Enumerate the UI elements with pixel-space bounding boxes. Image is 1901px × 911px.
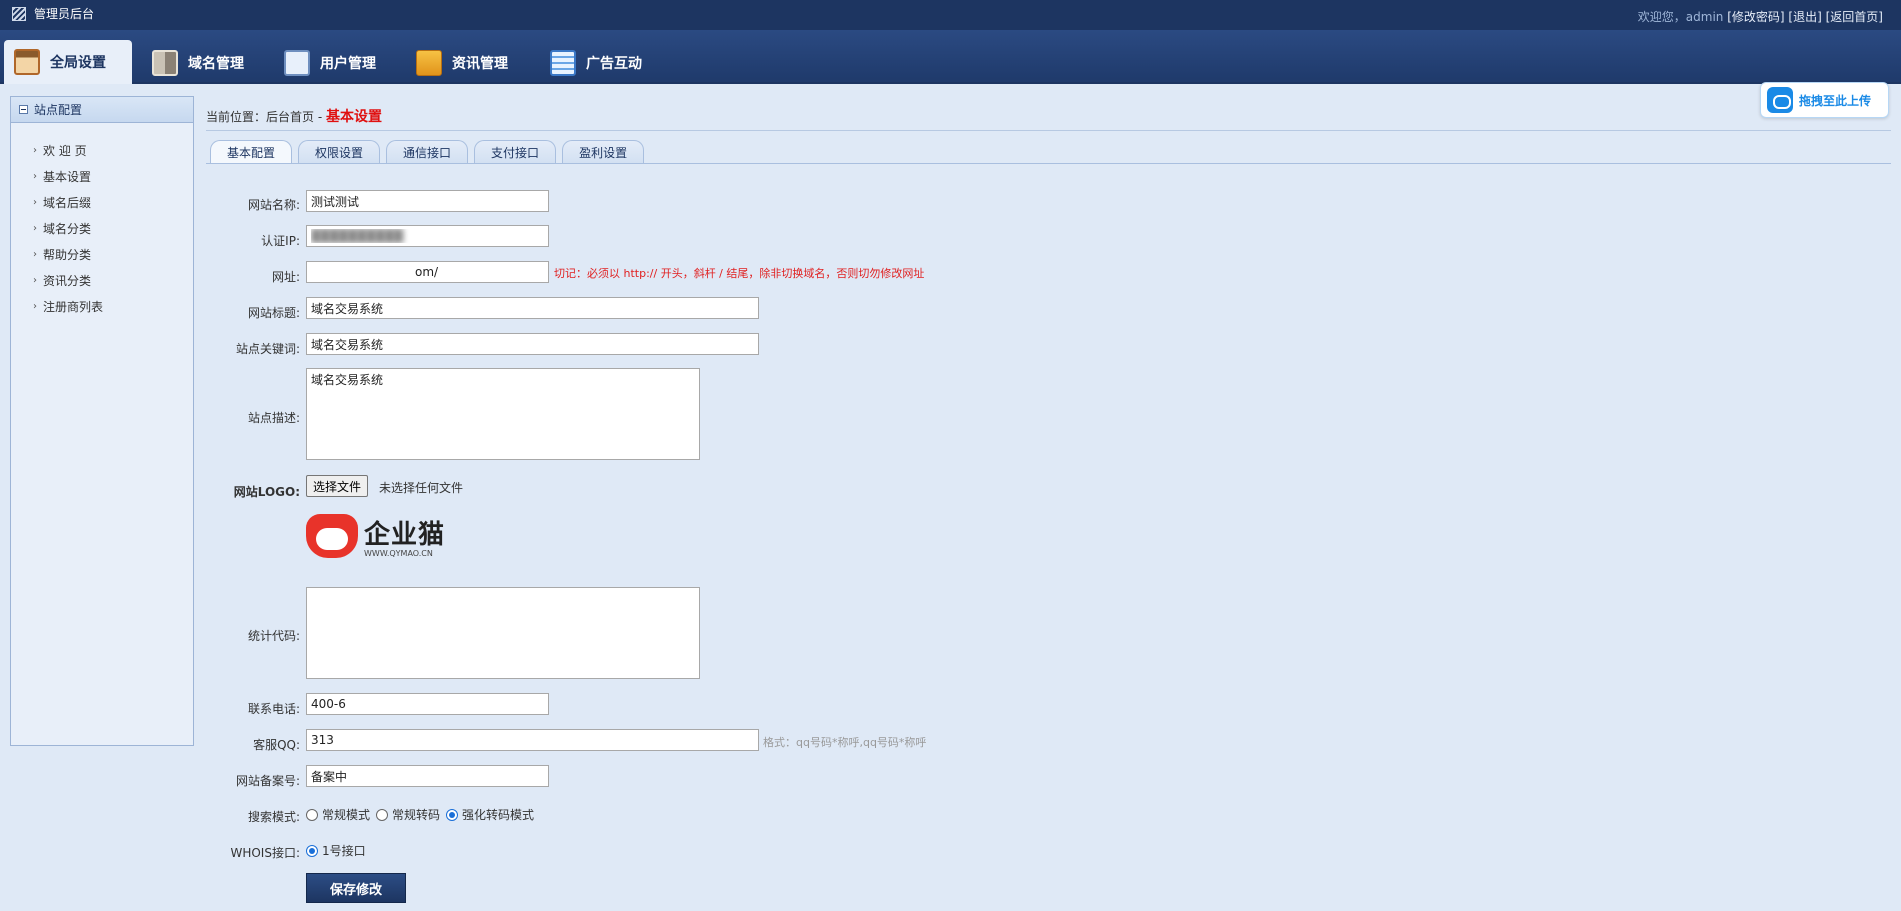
phone-label: 联系电话: (247, 702, 300, 716)
site-name-input[interactable] (306, 190, 549, 212)
cloud-upload-icon (1767, 87, 1793, 113)
news-box-icon (416, 50, 442, 76)
divider (206, 130, 1891, 131)
sidebar-header[interactable]: 站点配置 (11, 97, 193, 123)
subtab-permissions[interactable]: 权限设置 (298, 140, 381, 164)
qq-format-hint: 格式：qq号码*称呼,qq号码*称呼 (763, 736, 927, 749)
nav-tab-label: 全局设置 (50, 55, 106, 71)
qq-input[interactable] (306, 729, 759, 751)
sidebar-item-label: 欢 迎 页 (43, 143, 87, 158)
nav-tab-label: 用户管理 (320, 56, 376, 72)
user-bar: 欢迎您，admin [修改密码] [退出] [返回首页] (1638, 8, 1883, 25)
icp-input[interactable] (306, 765, 549, 787)
subtab-payment[interactable]: 支付接口 (474, 140, 557, 164)
search-mode-group: 常规模式 常规转码 强化转码模式 (306, 806, 534, 823)
nav-tab-global-settings[interactable]: 全局设置 (4, 40, 132, 84)
sidebar-item-basic-settings[interactable]: › 基本设置 (11, 163, 193, 189)
icp-label: 网站备案号: (235, 774, 300, 788)
qq-label: 客服QQ: (253, 738, 300, 752)
subtab-basic-config[interactable]: 基本配置 (210, 140, 293, 164)
settings-subtabs: 基本配置 权限设置 通信接口 支付接口 盈利设置 (210, 140, 650, 164)
stats-code-textarea[interactable] (306, 587, 700, 679)
subtab-communication[interactable]: 通信接口 (386, 140, 469, 164)
ad-list-icon (550, 50, 576, 76)
subtab-profit[interactable]: 盈利设置 (562, 140, 645, 164)
file-status-text: 未选择任何文件 (379, 481, 464, 495)
radio-label: 1号接口 (322, 844, 366, 858)
brand: 管理员后台 (12, 5, 94, 22)
logout-link[interactable]: [退出] (1788, 10, 1821, 24)
collapse-icon[interactable] (19, 105, 28, 114)
nav-tab-domain[interactable]: 域名管理 (142, 42, 268, 84)
divider (206, 163, 1891, 164)
domain-grid-icon (152, 50, 178, 76)
logo-subtext: WWW.QYMAO.CN (364, 549, 433, 558)
keywords-label: 站点关键词: (235, 342, 300, 356)
auth-ip-input[interactable] (306, 225, 549, 247)
upload-label: 拖拽至此上传 (1799, 93, 1872, 108)
radio-label: 常规模式 (322, 808, 371, 822)
nav-tab-ad[interactable]: 广告互动 (540, 42, 666, 84)
breadcrumb-current: 基本设置 (325, 109, 382, 125)
admin-logo-icon (12, 6, 26, 21)
site-logo-preview: 企业猫 WWW.QYMAO.CN (306, 512, 456, 562)
main-nav: 全局设置 域名管理 用户管理 资讯管理 广告互动 (0, 30, 1901, 84)
user-card-icon (284, 50, 310, 76)
sidebar-heading: 站点配置 (34, 103, 83, 117)
url-label: 网址: (271, 270, 300, 284)
welcome-text: 欢迎您，admin (1637, 10, 1724, 24)
nav-tab-label: 广告互动 (586, 56, 642, 72)
radio-label: 常规转码 (392, 808, 441, 822)
auth-ip-label: 认证IP: (261, 234, 300, 248)
site-name-label: 网站名称: (247, 198, 300, 212)
breadcrumb: 当前位置：后台首页 - 基本设置 (206, 106, 382, 126)
url-hint: 切记：必须以 http:// 开头，斜杆 / 结尾，除非切换域名，否则切勿修改网… (554, 267, 925, 280)
phone-input[interactable] (306, 693, 549, 715)
breadcrumb-prefix: 当前位置：后台首页 - (206, 110, 326, 124)
logo-label: 网站LOGO: (233, 485, 300, 499)
app-title: 管理员后台 (34, 7, 95, 21)
change-password-link[interactable]: [修改密码] (1727, 10, 1784, 24)
nav-tab-label: 域名管理 (188, 56, 244, 72)
nav-tab-user[interactable]: 用户管理 (274, 42, 400, 84)
description-label: 站点描述: (247, 411, 300, 425)
stats-code-label: 统计代码: (247, 629, 300, 643)
choose-file-button[interactable]: 选择文件 (306, 475, 369, 497)
url-input[interactable] (306, 261, 549, 283)
drag-upload-button[interactable]: 拖拽至此上传 (1760, 82, 1889, 118)
logo-wordmark: 企业猫 (364, 520, 446, 550)
cat-logo-icon (306, 514, 358, 558)
chevron-right-icon: › (33, 248, 37, 260)
search-mode-label: 搜索模式: (247, 810, 300, 824)
chevron-right-icon: › (33, 144, 37, 156)
whois-group: 1号接口 (306, 842, 366, 859)
radio-label: 强化转码模式 (462, 808, 535, 822)
back-home-link[interactable]: [返回首页] (1826, 10, 1883, 24)
description-textarea[interactable]: 域名交易系统 (306, 368, 700, 460)
save-button[interactable]: 保存修改 (306, 873, 406, 903)
site-title-input[interactable] (306, 297, 759, 319)
radio-normal-transcode[interactable] (376, 808, 389, 821)
sidebar-item-welcome[interactable]: › 欢 迎 页 (11, 137, 193, 163)
radio-normal-mode[interactable] (306, 808, 318, 821)
sidebar-item-label: 基本设置 (43, 169, 92, 184)
site-title-label: 网站标题: (247, 306, 300, 320)
whois-label: WHOIS接口: (230, 846, 300, 860)
chevron-right-icon: › (33, 170, 37, 182)
top-bar: 管理员后台 欢迎您，admin [修改密码] [退出] [返回首页] (0, 0, 1901, 30)
sidebar-menu: › 欢 迎 页 › 基本设置 › 域名后缀 › 域名分类 › 帮助分类 › 资讯分类 › 注册… (11, 137, 193, 319)
nav-tab-news[interactable]: 资讯管理 (406, 42, 532, 84)
keywords-input[interactable] (306, 333, 759, 355)
nav-tab-label: 资讯管理 (452, 56, 508, 72)
global-settings-icon (14, 49, 40, 75)
radio-enhanced-transcode[interactable] (446, 808, 459, 821)
radio-whois-1[interactable] (306, 844, 318, 857)
